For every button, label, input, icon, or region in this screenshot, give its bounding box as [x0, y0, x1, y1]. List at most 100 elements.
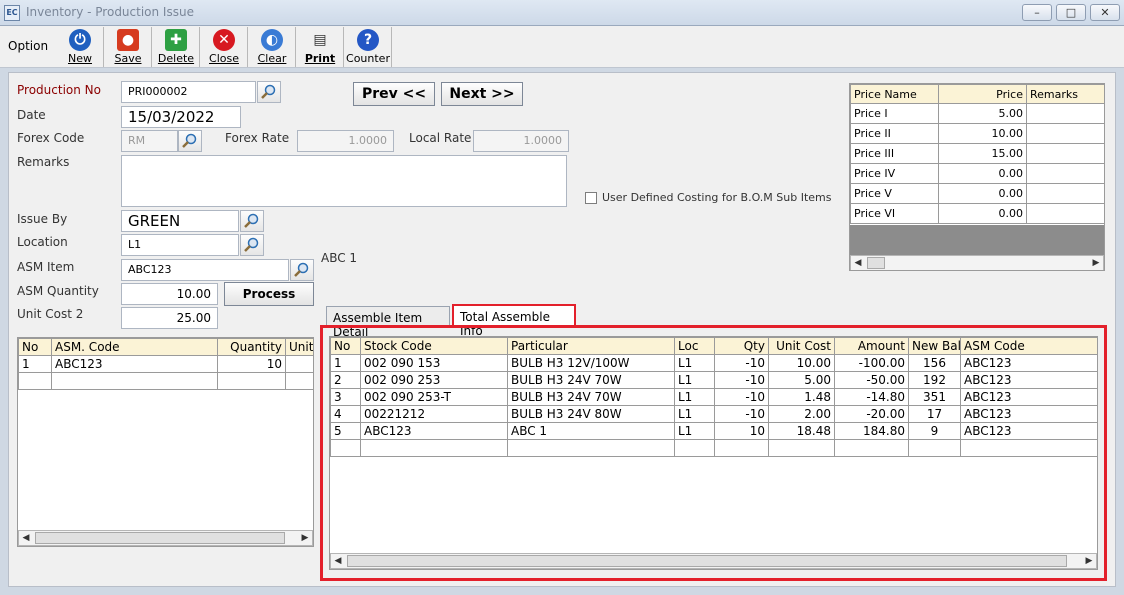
window-title: Inventory - Production Issue — [26, 5, 194, 19]
asm-item-search-button[interactable] — [290, 259, 314, 281]
price-table-empty-area — [850, 225, 1104, 255]
forex-rate-label: Forex Rate — [225, 131, 290, 145]
table-row[interactable]: Price VI 0.00 — [850, 203, 1104, 224]
delete-icon: ✚ — [165, 29, 187, 51]
save-button[interactable]: ● Save — [105, 27, 152, 67]
location-label: Location — [17, 235, 68, 249]
total-assemble-info-panel: No Stock Code Particular Loc Qty Unit Co… — [329, 336, 1098, 570]
date-input[interactable]: 15/03/2022 — [121, 106, 241, 128]
no-header: No — [18, 338, 52, 356]
app-icon: EC — [4, 5, 20, 21]
table-row[interactable] — [18, 372, 313, 390]
scroll-left-icon[interactable]: ◀ — [19, 531, 33, 545]
clear-icon: ◐ — [261, 29, 283, 51]
asm-code-header: ASM Code — [960, 337, 1097, 355]
local-rate-input[interactable]: 1.0000 — [473, 130, 569, 152]
production-issue-form: Production No Date Forex Code Remarks Is… — [8, 72, 1116, 587]
table-row[interactable]: Price II 10.00 — [850, 123, 1104, 144]
table-row[interactable]: 2 002 090 253 BULB H3 24V 70W L1 -10 5.00 -50.… — [330, 371, 1097, 389]
table-row[interactable]: 3 002 090 253-T BULB H3 24V 70W L1 -10 1.48 -1… — [330, 388, 1097, 406]
price-table-scrollbar[interactable]: ◀ ▶ — [850, 255, 1104, 270]
remarks-header: Remarks — [1026, 84, 1104, 104]
table-row[interactable]: 1 002 090 153 BULB H3 12V/100W L1 -10 10.00 -1… — [330, 354, 1097, 372]
forex-rate-input[interactable]: 1.0000 — [297, 130, 394, 152]
issue-by-input[interactable]: GREEN — [121, 210, 239, 232]
unit-cost2-label: Unit Cost 2 — [17, 307, 84, 321]
local-rate-label: Local Rate — [409, 131, 472, 145]
close-icon: ✕ — [213, 29, 235, 51]
scroll-left-icon[interactable]: ◀ — [331, 554, 345, 568]
scroll-thumb[interactable] — [867, 257, 885, 269]
close-window-button[interactable]: ✕ — [1090, 4, 1120, 21]
unit-cost2-input[interactable]: 25.00 — [121, 307, 218, 329]
production-no-input[interactable]: PRI000002 — [121, 81, 256, 103]
search-icon — [182, 133, 197, 148]
forex-code-input[interactable]: RM — [121, 130, 178, 152]
location-input[interactable]: L1 — [121, 234, 239, 256]
new-bal-header: New Bal. — [908, 337, 961, 355]
table-row[interactable]: Price IV 0.00 — [850, 163, 1104, 184]
clear-button[interactable]: ◐ Clear — [249, 27, 296, 67]
table-row[interactable]: 1 ABC123 10 — [18, 355, 313, 373]
stock-code-header: Stock Code — [360, 337, 508, 355]
unit-cost-header: Unit Cost — [768, 337, 835, 355]
asm-code-header: ASM. Code — [51, 338, 218, 356]
loc-header: Loc — [674, 337, 715, 355]
forex-code-search-button[interactable] — [178, 130, 202, 152]
table-row[interactable]: Price III 15.00 — [850, 143, 1104, 164]
unit-header: Unit — [285, 338, 313, 356]
option-label[interactable]: Option — [8, 39, 48, 53]
asm-item-input[interactable]: ABC123 — [121, 259, 289, 281]
toolbar: Option ⏻ New ● Save ✚ Delete ✕ Close ◐ C… — [0, 26, 1124, 68]
production-no-label: Production No — [17, 83, 101, 97]
maximize-button[interactable]: □ — [1056, 4, 1086, 21]
counter-button[interactable]: ? Counter — [345, 27, 392, 67]
price-header: Price — [938, 84, 1027, 104]
asm-table-panel: No ASM. Code Quantity Unit 1 ABC123 10 ◀ ▶ — [17, 337, 314, 547]
process-button[interactable]: Process — [224, 282, 314, 306]
assemble-info-table: No Stock Code Particular Loc Qty Unit Co… — [330, 337, 1097, 457]
price-name-header: Price Name — [850, 84, 939, 104]
no-header: No — [330, 337, 361, 355]
price-table-panel: Price Name Price Remarks Price I 5.00 Pri… — [849, 83, 1105, 271]
scroll-right-icon[interactable]: ▶ — [1082, 554, 1096, 568]
scroll-right-icon[interactable]: ▶ — [1089, 256, 1103, 270]
date-label: Date — [17, 108, 46, 122]
scroll-left-icon[interactable]: ◀ — [851, 256, 865, 270]
amount-header: Amount — [834, 337, 909, 355]
table-row[interactable]: 5 ABC123 ABC 1 L1 10 18.48 184.80 9 ABC123 — [330, 422, 1097, 440]
table-row[interactable]: 4 00221212 BULB H3 24V 80W L1 -10 2.00 -20.00 1… — [330, 405, 1097, 423]
forex-code-label: Forex Code — [17, 131, 85, 145]
location-search-button[interactable] — [240, 234, 264, 256]
title-bar: EC Inventory - Production Issue – □ ✕ — [0, 0, 1124, 26]
asm-quantity-label: ASM Quantity — [17, 284, 99, 298]
asm-table: No ASM. Code Quantity Unit 1 ABC123 10 — [18, 338, 313, 390]
user-defined-costing-checkbox[interactable] — [585, 192, 597, 204]
new-button[interactable]: ⏻ New — [57, 27, 104, 67]
asm-quantity-input[interactable]: 10.00 — [121, 283, 218, 305]
save-icon: ● — [117, 29, 139, 51]
delete-button[interactable]: ✚ Delete — [153, 27, 200, 67]
scroll-thumb[interactable] — [35, 532, 285, 544]
minimize-button[interactable]: – — [1022, 4, 1052, 21]
table-row[interactable] — [330, 439, 1097, 457]
search-icon — [261, 84, 276, 99]
asm-table-scrollbar[interactable]: ◀ ▶ — [18, 530, 313, 546]
print-icon: ▤ — [313, 32, 327, 48]
production-no-search-button[interactable] — [257, 81, 281, 103]
user-defined-costing-label: User Defined Costing for B.O.M Sub Items — [602, 191, 832, 204]
prev-button[interactable]: Prev << — [353, 82, 435, 106]
table-row[interactable]: Price I 5.00 — [850, 103, 1104, 124]
remarks-textarea[interactable] — [121, 155, 567, 207]
asm-item-description: ABC 1 — [321, 251, 358, 265]
scroll-thumb[interactable] — [347, 555, 1067, 567]
asm-item-label: ASM Item — [17, 260, 75, 274]
table-row[interactable]: Price V 0.00 — [850, 183, 1104, 204]
close-button[interactable]: ✕ Close — [201, 27, 248, 67]
print-button[interactable]: ▤ Print — [297, 27, 344, 67]
issue-by-search-button[interactable] — [240, 210, 264, 232]
next-button[interactable]: Next >> — [441, 82, 523, 106]
assemble-table-scrollbar[interactable]: ◀ ▶ — [330, 553, 1097, 569]
scroll-right-icon[interactable]: ▶ — [298, 531, 312, 545]
particular-header: Particular — [507, 337, 675, 355]
